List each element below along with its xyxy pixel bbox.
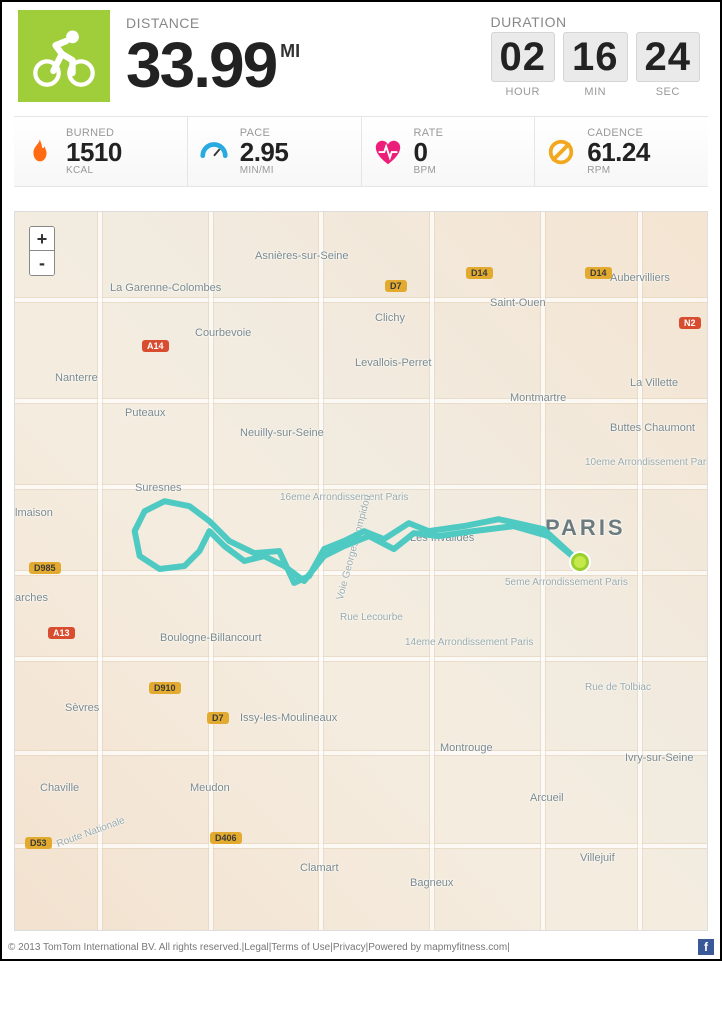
- duration-block: DURATION 02 HOUR 16 MIN 24 SEC: [491, 14, 701, 98]
- duration-sec: 24 SEC: [636, 32, 701, 98]
- footer-terms-link[interactable]: Terms of Use: [271, 942, 330, 953]
- distance-value-row: 33.99MI: [126, 33, 300, 97]
- stat-rate: RATE 0 BPM: [362, 117, 536, 186]
- stat-pace-text: PACE 2.95 MIN/MI: [240, 127, 289, 176]
- distance-value: 33.99: [126, 29, 276, 101]
- workout-summary-card: DISTANCE 33.99MI DURATION 02 HOUR 16 MIN…: [0, 0, 722, 961]
- duration-hours-label: HOUR: [491, 86, 556, 98]
- distance-block: DISTANCE 33.99MI: [126, 15, 300, 97]
- footer-privacy-link[interactable]: Privacy: [333, 942, 366, 953]
- stat-burned: BURNED 1510 KCAL: [14, 117, 188, 186]
- stat-rate-value: 0: [414, 139, 444, 165]
- stat-cadence-value: 61.24: [587, 139, 650, 165]
- footer-copyright: © 2013 TomTom International BV. All righ…: [8, 942, 242, 953]
- heart-icon: [370, 134, 406, 170]
- stat-pace-value: 2.95: [240, 139, 289, 165]
- flame-icon: [22, 134, 58, 170]
- duration-min-value: 16: [563, 32, 628, 82]
- sep: |: [507, 942, 510, 953]
- route-path: [15, 212, 707, 930]
- facebook-icon[interactable]: f: [698, 939, 714, 955]
- duration-min: 16 MIN: [563, 32, 628, 98]
- footer: © 2013 TomTom International BV. All righ…: [2, 935, 720, 959]
- duration-min-label: MIN: [563, 86, 628, 98]
- gauge-icon: [196, 134, 232, 170]
- stat-burned-value: 1510: [66, 139, 122, 165]
- duration-sec-label: SEC: [636, 86, 701, 98]
- summary-header: DISTANCE 33.99MI DURATION 02 HOUR 16 MIN…: [2, 2, 720, 106]
- stat-cadence: CADENCE 61.24 RPM: [535, 117, 708, 186]
- distance-unit: MI: [280, 41, 300, 61]
- footer-powered: Powered by mapmyfitness.com: [368, 942, 507, 953]
- stat-rate-unit: BPM: [414, 165, 444, 176]
- stat-pace: PACE 2.95 MIN/MI: [188, 117, 362, 186]
- cadence-icon: [543, 134, 579, 170]
- duration-label: DURATION: [491, 14, 701, 30]
- duration-sec-value: 24: [636, 32, 701, 82]
- zoom-out-button[interactable]: -: [30, 251, 54, 275]
- map-zoom-control: + -: [29, 226, 55, 276]
- zoom-in-button[interactable]: +: [30, 227, 54, 251]
- stat-cadence-text: CADENCE 61.24 RPM: [587, 127, 650, 176]
- route-map[interactable]: + - Asnières-sur-Seine La Garenne-Colomb…: [14, 211, 708, 931]
- footer-legal-link[interactable]: Legal: [244, 942, 268, 953]
- duration-hours-value: 02: [491, 32, 556, 82]
- stats-row: BURNED 1510 KCAL PACE 2.95 MIN/MI: [14, 116, 708, 187]
- duration-hours: 02 HOUR: [491, 32, 556, 98]
- stat-rate-text: RATE 0 BPM: [414, 127, 444, 176]
- route-start-marker: [571, 553, 589, 571]
- cycling-icon: [18, 10, 110, 102]
- stat-burned-text: BURNED 1510 KCAL: [66, 127, 122, 176]
- duration-boxes: 02 HOUR 16 MIN 24 SEC: [491, 32, 701, 98]
